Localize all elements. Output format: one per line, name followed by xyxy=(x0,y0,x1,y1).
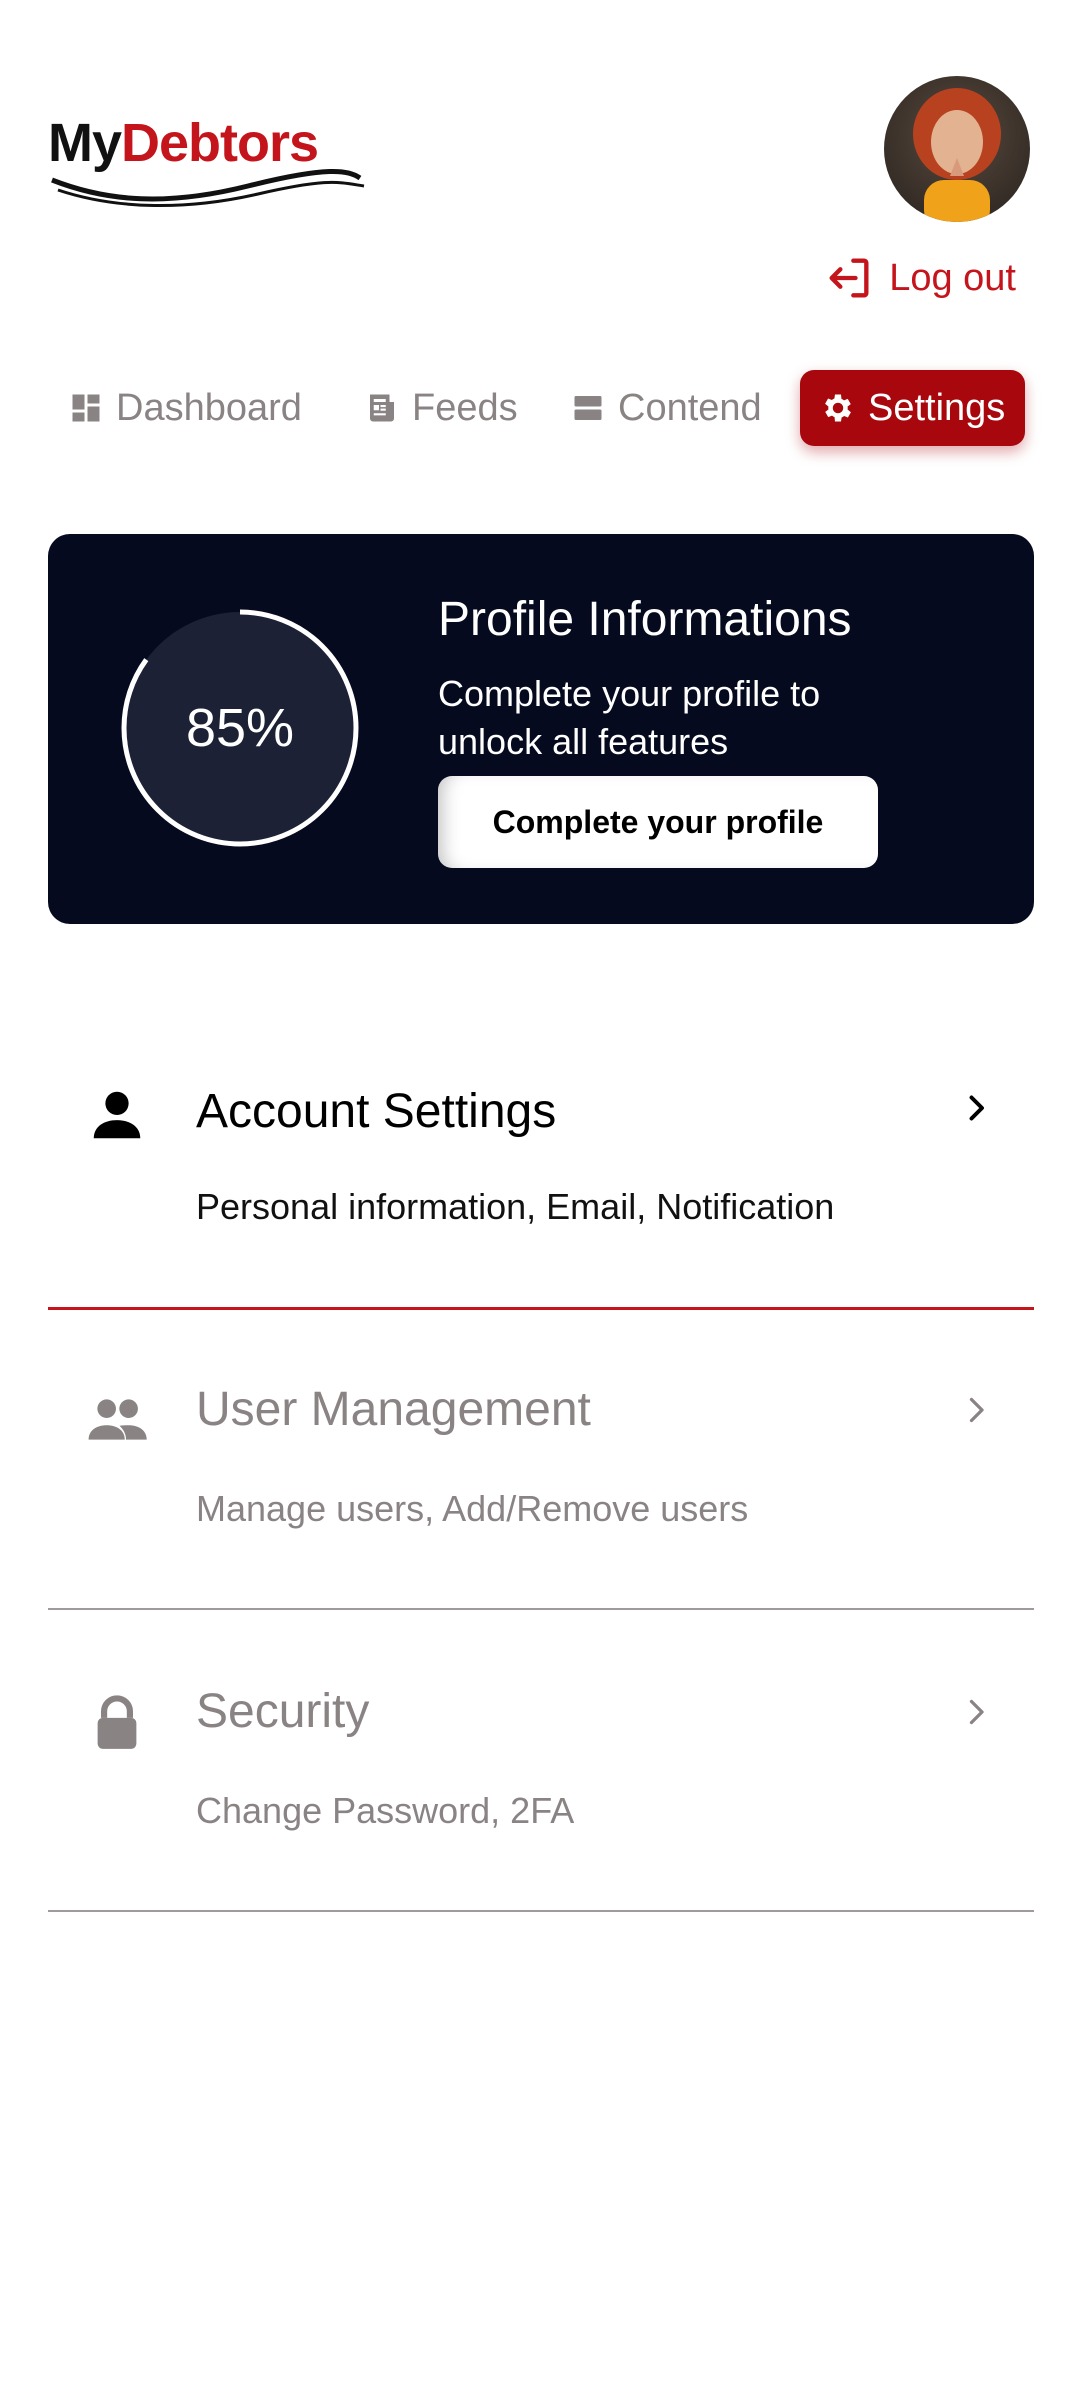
content-icon xyxy=(574,396,602,420)
lock-icon xyxy=(97,1695,137,1749)
nav-tabs: Dashboard Feeds Contend Settings xyxy=(48,370,1032,446)
tab-label: Contend xyxy=(618,386,762,429)
settings-item-account[interactable]: Account Settings Personal information, E… xyxy=(48,1060,1034,1310)
avatar-image xyxy=(884,76,1030,222)
settings-item-description: Change Password, 2FA xyxy=(196,1790,575,1831)
settings-item-description: Personal information, Email, Notificatio… xyxy=(196,1186,835,1227)
progress-label: 85% xyxy=(185,698,295,758)
dashboard-icon xyxy=(72,394,100,422)
profile-card-subtitle: Complete your profile to unlock all feat… xyxy=(438,673,821,762)
settings-item-label: Security xyxy=(196,1685,370,1738)
settings-item-label: User Management xyxy=(196,1383,591,1436)
logo-swoosh-icon xyxy=(51,168,365,208)
logout-label: Log out xyxy=(889,256,1016,299)
person-icon xyxy=(93,1091,141,1139)
logout-button[interactable]: Log out xyxy=(823,250,1016,306)
complete-profile-button[interactable]: Complete your profile xyxy=(438,776,878,868)
tab-contend[interactable]: Contend xyxy=(570,370,762,446)
chevron-right-icon xyxy=(969,1095,984,1121)
tab-label: Feeds xyxy=(412,386,518,429)
settings-item-description: Manage users, Add/Remove users xyxy=(196,1488,749,1529)
tab-feeds[interactable]: Feeds xyxy=(364,370,518,446)
feeds-icon xyxy=(370,394,394,422)
settings-item-label: Account Settings xyxy=(196,1085,557,1138)
users-icon xyxy=(88,1399,147,1440)
gear-icon xyxy=(825,394,851,422)
tab-label: Dashboard xyxy=(116,386,302,429)
avatar[interactable] xyxy=(884,76,1030,222)
divider xyxy=(48,1307,1034,1310)
profile-progress-ring: 85% xyxy=(120,608,360,848)
settings-item-security[interactable]: Security Change Password, 2FA xyxy=(48,1612,1034,1912)
profile-card-title: Profile Informations xyxy=(438,593,852,646)
app-logo: MyDebtors xyxy=(48,108,368,208)
profile-card: 85% Profile Informations Complete your p… xyxy=(48,534,1034,924)
logout-icon xyxy=(829,258,869,298)
chevron-right-icon xyxy=(969,1699,984,1725)
tab-dashboard[interactable]: Dashboard xyxy=(68,370,302,446)
divider xyxy=(48,1608,1034,1610)
tab-settings[interactable]: Settings xyxy=(800,370,1026,446)
tab-label: Settings xyxy=(868,386,1006,429)
divider xyxy=(48,1910,1034,1912)
settings-item-user-management[interactable]: User Management Manage users, Add/Remove… xyxy=(48,1312,1034,1610)
chevron-right-icon xyxy=(969,1397,984,1423)
